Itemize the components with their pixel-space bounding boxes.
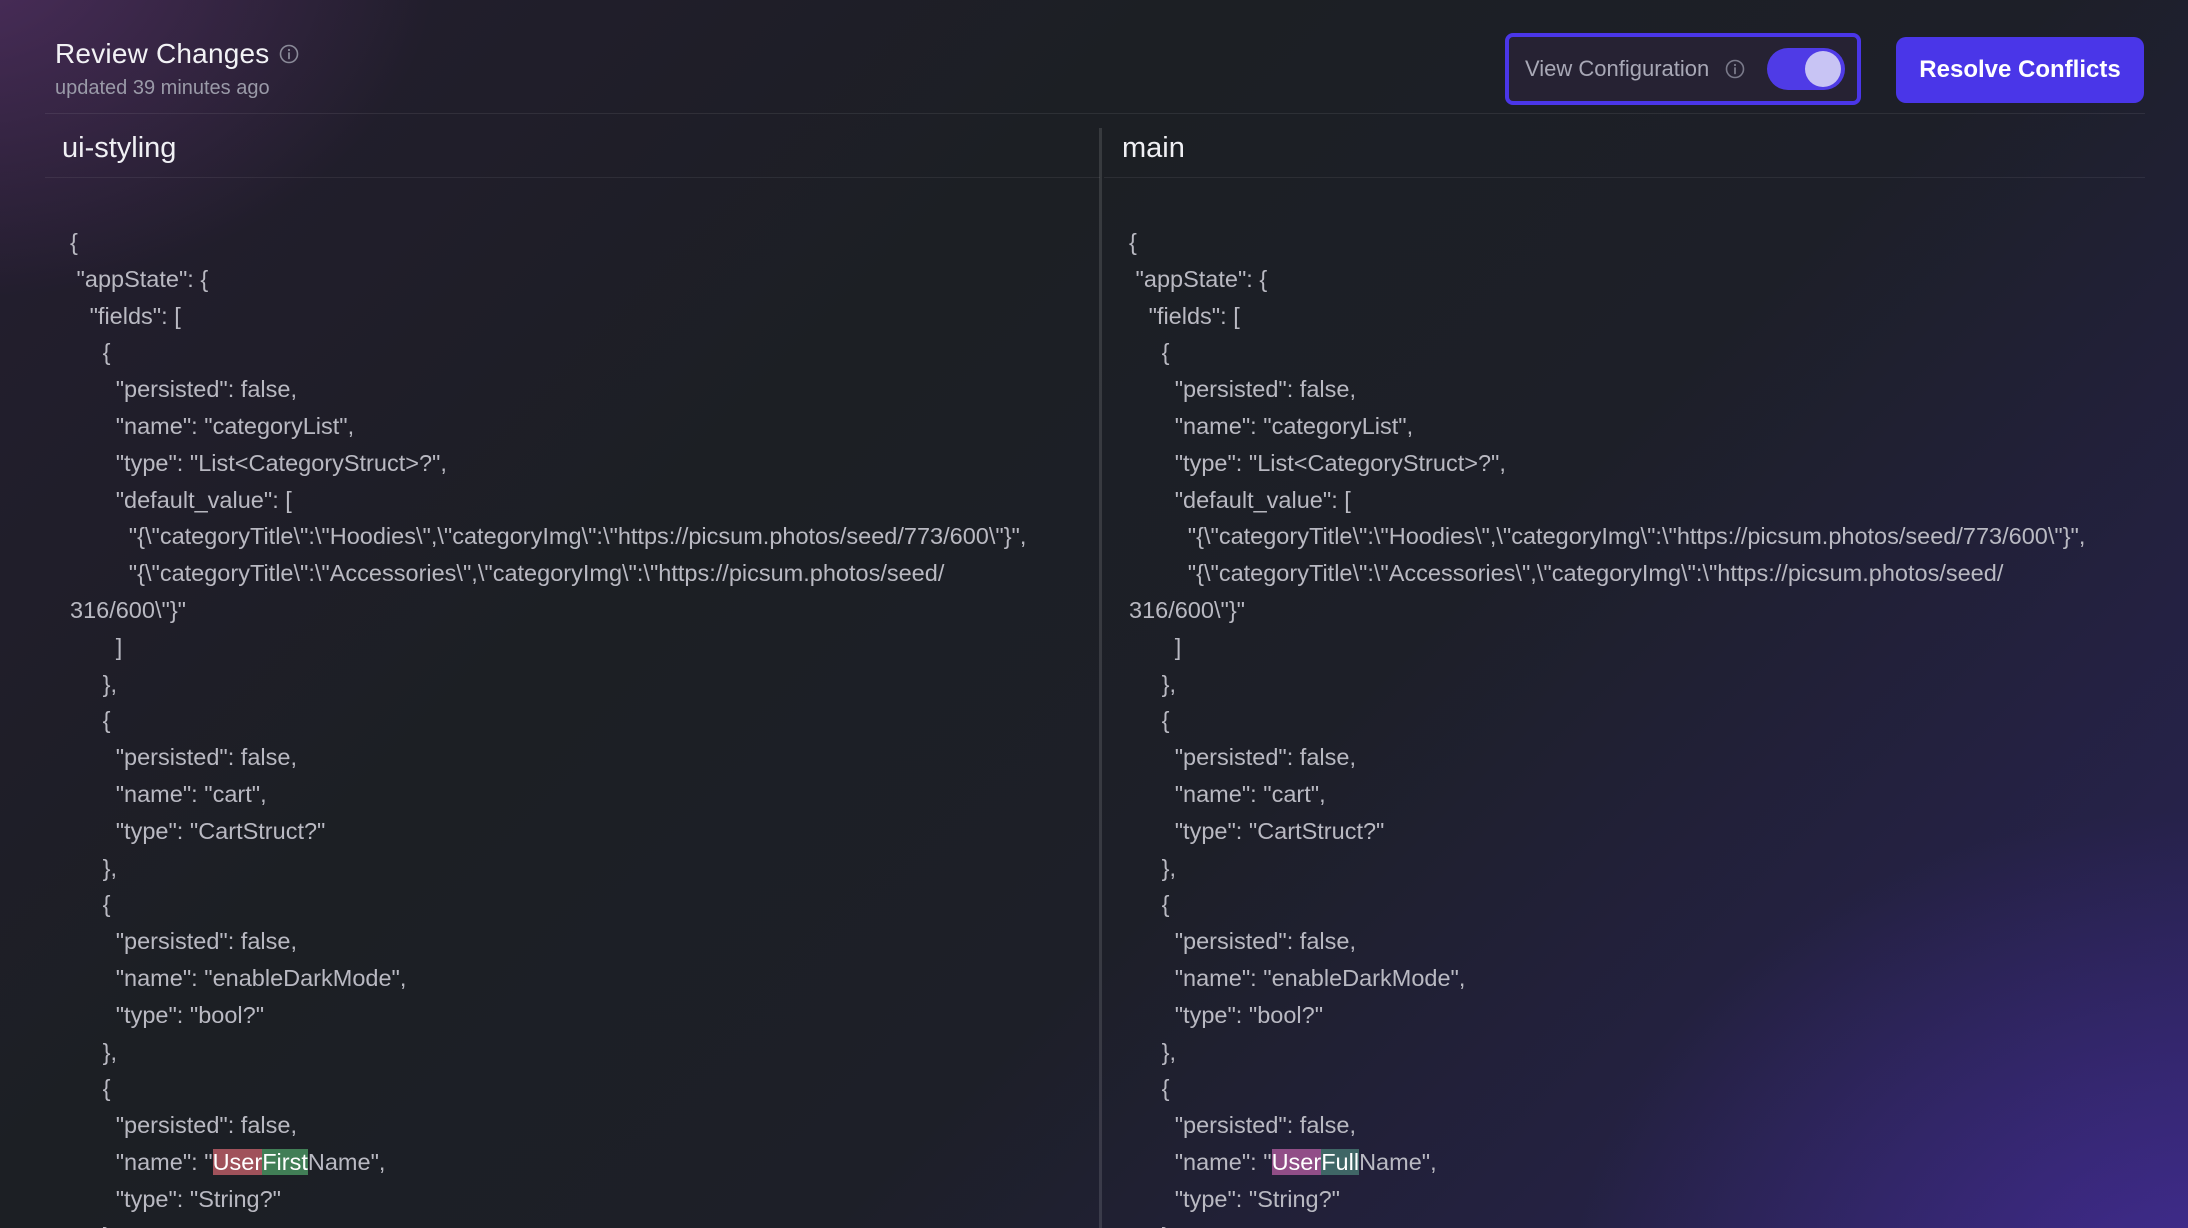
info-icon[interactable] [279,44,299,64]
code-line: ] [1129,633,1182,660]
diff-line: "name": "UserFirstName", [70,1144,1026,1181]
title-row: Review Changes [55,38,299,70]
diff-segment: User [212,1148,263,1175]
right-diff-pane[interactable]: main { "appState": { "fields": [ { "pers… [1104,114,2145,1228]
code-line: "name": "enableDarkMode", [70,964,407,991]
code-line: "persisted": false, [1129,928,1356,955]
code-line: ] [70,633,123,660]
view-configuration-toggle[interactable] [1767,48,1845,90]
code-line: "persisted": false, [70,376,297,403]
diff-prefix: "name": " [70,1148,213,1175]
code-line: "type": "bool?" [70,1001,265,1028]
info-icon[interactable] [1725,59,1745,79]
code-line: }, [1129,854,1177,881]
code-line: } [70,1218,1026,1228]
code-line: "{\"categoryTitle\":\"Accessories\",\"ca… [1129,560,2004,587]
left-branch-name: ui-styling [45,114,1100,178]
diff-line: "name": "UserFullName", [1129,1144,2085,1181]
right-code-view: { "appState": { "fields": [ { "persisted… [1129,224,2085,1228]
code-line: }, [70,1038,118,1065]
code-line: "name": "cart", [70,780,267,807]
code-line: 316/600\"}" [1129,596,1246,623]
code-line: { [70,1075,111,1102]
code-line: "persisted": false, [70,744,297,771]
diff-segment: User [1271,1148,1322,1175]
code-line: { [70,891,111,918]
code-line: "fields": [ [1129,302,1240,329]
code-line: "type": "bool?" [1129,1001,1324,1028]
code-line: { [70,229,78,255]
view-configuration-control[interactable]: View Configuration [1505,33,1861,105]
last-updated-text: updated 39 minutes ago [55,77,270,99]
code-line: { [1129,1075,1170,1102]
diff-segment: First [262,1148,308,1175]
code-line: 316/600\"}" [70,596,187,623]
code-line: "fields": [ [70,302,181,329]
code-line: "type": "List<CategoryStruct>?", [70,449,447,476]
code-line: }, [70,854,118,881]
code-line: "name": "enableDarkMode", [1129,964,1466,991]
code-line: { [1129,339,1170,366]
diff-segment: Full [1321,1148,1360,1175]
code-line: "default_value": [ [1129,486,1351,513]
diff-prefix: "name": " [1129,1148,1272,1175]
code-line: { [70,707,111,734]
code-line: }, [1129,670,1177,697]
toggle-knob [1805,51,1841,87]
code-line: }, [70,670,118,697]
code-line: "type": "CartStruct?" [1129,817,1385,844]
code-line: }, [1129,1038,1177,1065]
view-configuration-label: View Configuration [1525,56,1710,81]
code-line: "type": "CartStruct?" [70,817,326,844]
left-code-view: { "appState": { "fields": [ { "persisted… [70,224,1026,1228]
review-header: Review Changes updated 39 minutes ago Vi… [0,0,2188,114]
code-line: { [70,339,111,366]
code-line: "appState": { [1129,265,1268,292]
code-line: "type": "List<CategoryStruct>?", [1129,449,1506,476]
diff-suffix: Name", [307,1148,386,1175]
code-line: "{\"categoryTitle\":\"Accessories\",\"ca… [70,560,945,587]
code-line: "type": "String?" [70,1185,282,1212]
code-line: } [1129,1218,2085,1228]
code-line: "persisted": false, [1129,376,1356,403]
code-line: "name": "cart", [1129,780,1326,807]
left-diff-pane[interactable]: ui-styling { "appState": { "fields": [ {… [45,114,1100,1228]
resolve-conflicts-button[interactable]: Resolve Conflicts [1896,37,2144,103]
code-line: { [1129,229,1137,255]
code-line: { [1129,891,1170,918]
code-line: "persisted": false, [1129,1112,1356,1139]
code-line: "name": "categoryList", [1129,412,1414,439]
code-line: "persisted": false, [1129,744,1356,771]
code-line: "persisted": false, [70,1112,297,1139]
code-line: "appState": { [70,265,209,292]
right-branch-name: main [1104,114,2145,178]
code-line: "type": "String?" [1129,1185,1341,1212]
code-line: "default_value": [ [70,486,292,513]
code-line: "{\"categoryTitle\":\"Hoodies\",\"catego… [1129,523,2086,550]
code-line: "{\"categoryTitle\":\"Hoodies\",\"catego… [70,523,1027,550]
page-title: Review Changes [55,38,270,69]
code-line: { [1129,707,1170,734]
pane-divider [1099,128,1102,1228]
diff-suffix: Name", [1359,1148,1437,1175]
code-line: "persisted": false, [70,928,297,955]
code-line: "name": "categoryList", [70,412,355,439]
